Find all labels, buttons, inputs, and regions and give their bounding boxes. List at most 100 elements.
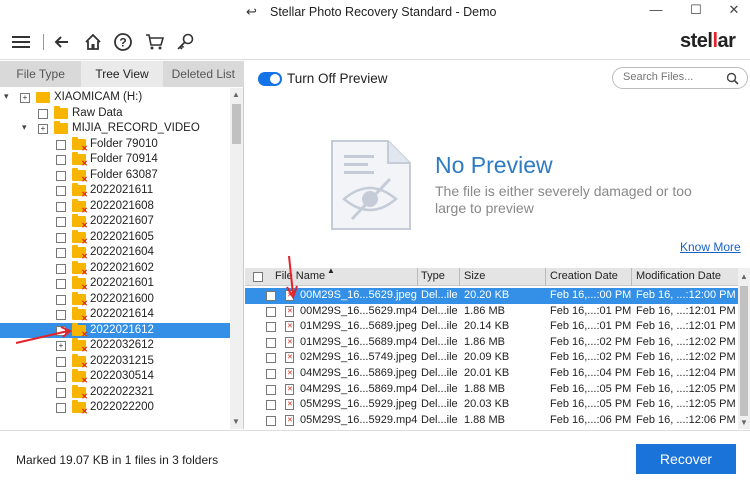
tree-checkbox[interactable]: [56, 155, 66, 165]
table-row[interactable]: 05M29S_16...5929.mp4Del...ile 1.88 MB Feb …: [245, 413, 738, 429]
table-row[interactable]: 02M29S_16...5749.jpeg Del...ile 20.09 KB Fe…: [245, 350, 738, 366]
help-icon[interactable]: ?: [111, 30, 135, 54]
tree-item[interactable]: ✕ 2022021602: [0, 260, 230, 277]
tree-item[interactable]: ✕ 2022021614: [0, 307, 230, 323]
tree-checkbox[interactable]: [56, 310, 66, 320]
tree-item[interactable]: ✕ Folder 63087: [0, 167, 230, 184]
tree-checkbox[interactable]: [56, 232, 66, 243]
tree-item[interactable]: ✕ 2022021612: [0, 322, 230, 339]
know-more-link[interactable]: Know More: [680, 240, 741, 254]
scroll-down-icon[interactable]: ▼: [232, 417, 240, 426]
tree-checkbox[interactable]: [56, 294, 66, 305]
table-row[interactable]: 05M29S_16...5929.jpeg Del...ile 20.03 KB Fe…: [245, 397, 738, 413]
tree-checkbox[interactable]: [56, 186, 66, 196]
table-row[interactable]: 01M29S_16...5689.mp4Del...ile 1.86 MB Feb …: [245, 335, 738, 351]
tree-checkbox[interactable]: [56, 403, 66, 413]
tree-checkbox[interactable]: [56, 356, 66, 367]
scroll-up-icon[interactable]: ▲: [740, 272, 748, 281]
tab-tree-view[interactable]: Tree View: [81, 61, 163, 87]
row-checkbox[interactable]: [266, 369, 276, 379]
row-checkbox[interactable]: [266, 353, 276, 364]
tree-item[interactable]: ✕ Folder 79010: [0, 136, 230, 153]
table-row[interactable]: 04M29S_16...5869.mp4Del...ile 1.88 MB Feb …: [245, 382, 738, 398]
maximize-button[interactable]: ☐: [686, 2, 706, 20]
column-file-name[interactable]: File Name: [275, 270, 325, 282]
tree-checkbox[interactable]: [56, 139, 66, 150]
row-checkbox[interactable]: [266, 337, 276, 348]
search-input[interactable]: [623, 71, 723, 83]
tab-deleted-list[interactable]: Deleted List: [163, 61, 244, 87]
tree-checkbox[interactable]: [56, 325, 66, 336]
row-checkbox[interactable]: [266, 384, 276, 395]
key-icon[interactable]: [173, 30, 197, 54]
table-row[interactable]: 00M29S_16...5629.jpeg Del...ile 20.20 KB Fe…: [245, 288, 738, 304]
tree-checkbox[interactable]: [56, 387, 66, 398]
tree-checkbox[interactable]: [56, 263, 66, 274]
tree-item[interactable]: ✕ 2022021607: [0, 214, 230, 230]
tree-item[interactable]: Raw Data: [0, 105, 230, 122]
column-divider[interactable]: [417, 268, 418, 286]
expand-chevron-icon[interactable]: ▾: [22, 122, 32, 133]
tree-item[interactable]: ✕ 2022021608: [0, 198, 230, 215]
column-type[interactable]: Type: [421, 270, 445, 282]
table-row[interactable]: 00M29S_16...5629.mp4Del...ile 1.86 MB Feb …: [245, 304, 738, 320]
column-creation-date[interactable]: Creation Date: [550, 270, 618, 282]
column-modification-date[interactable]: Modification Date: [636, 270, 721, 282]
tree-item[interactable]: ▾ + MIJIA_RECORD_VIDEO: [0, 121, 230, 137]
column-divider[interactable]: [545, 268, 546, 286]
tree-item[interactable]: ✕ Folder 70914: [0, 152, 230, 168]
table-row[interactable]: 01M29S_16...5689.jpeg Del...ile 20.14 KB Fe…: [245, 319, 738, 335]
table-row[interactable]: 04M29S_16...5869.jpeg Del...ile 20.01 KB Fe…: [245, 366, 738, 382]
tree-scroll-thumb[interactable]: [232, 104, 241, 144]
tree-item[interactable]: ✕ 2022021600: [0, 291, 230, 308]
tree-item[interactable]: ✕ 2022030514: [0, 369, 230, 385]
tree-checkbox[interactable]: [56, 279, 66, 289]
row-checkbox[interactable]: [266, 322, 276, 333]
tree-checkbox[interactable]: [56, 170, 66, 181]
minimize-button[interactable]: —: [646, 2, 666, 20]
expand-chevron-icon[interactable]: ▾: [4, 91, 14, 102]
column-size[interactable]: Size: [464, 270, 485, 282]
tree-checkbox[interactable]: [38, 108, 48, 119]
scroll-up-icon[interactable]: ▲: [232, 90, 240, 99]
column-divider[interactable]: [631, 268, 632, 286]
cell-modification-date: Feb 16, ...:12:01 PM: [636, 304, 736, 317]
tree-item-label: 2022021612: [90, 323, 154, 336]
column-divider[interactable]: [459, 268, 460, 286]
tree-item[interactable]: + ✕ 2022032612: [0, 338, 230, 354]
search-box[interactable]: [612, 67, 748, 89]
tree-checkbox[interactable]: [56, 248, 66, 258]
table-scroll-thumb[interactable]: [740, 286, 748, 416]
tree-item[interactable]: ✕ 2022022321: [0, 384, 230, 401]
preview-toggle[interactable]: [258, 72, 282, 86]
row-checkbox[interactable]: [266, 415, 276, 426]
tree-item[interactable]: ✕ 2022031215: [0, 353, 230, 370]
tree-item[interactable]: ✕ 2022021611: [0, 183, 230, 199]
home-icon[interactable]: [81, 30, 105, 54]
row-checkbox[interactable]: [266, 291, 276, 301]
search-icon[interactable]: [726, 72, 739, 88]
tab-file-type[interactable]: File Type: [0, 61, 81, 87]
tree-item[interactable]: ✕ 2022021605: [0, 229, 230, 246]
select-all-checkbox[interactable]: [253, 272, 263, 282]
tree-item[interactable]: ✕ 2022021601: [0, 276, 230, 292]
tree-checkbox[interactable]: +: [20, 93, 30, 103]
menu-icon[interactable]: [9, 30, 33, 54]
close-button[interactable]: ✕: [724, 2, 744, 20]
tree-item[interactable]: ✕ 2022021604: [0, 245, 230, 261]
tree-item[interactable]: ▾ + XIAOMICAM (H:): [0, 90, 230, 106]
tree-checkbox[interactable]: [56, 217, 66, 227]
tree-checkbox[interactable]: [56, 372, 66, 382]
cart-icon[interactable]: [143, 30, 167, 54]
row-checkbox[interactable]: [266, 306, 276, 317]
tree-item[interactable]: ✕ 2022022200: [0, 400, 230, 416]
recover-button[interactable]: Recover: [636, 444, 736, 474]
row-checkbox[interactable]: [266, 400, 276, 411]
back-icon[interactable]: [50, 30, 74, 54]
scroll-down-icon[interactable]: ▼: [740, 418, 748, 427]
tree-checkbox[interactable]: [56, 201, 66, 212]
tree-checkbox[interactable]: +: [38, 124, 48, 134]
tree-scrollbar[interactable]: ▲ ▼: [230, 88, 243, 429]
tree-checkbox[interactable]: +: [56, 341, 66, 351]
table-scrollbar[interactable]: ▲ ▼: [738, 268, 750, 429]
